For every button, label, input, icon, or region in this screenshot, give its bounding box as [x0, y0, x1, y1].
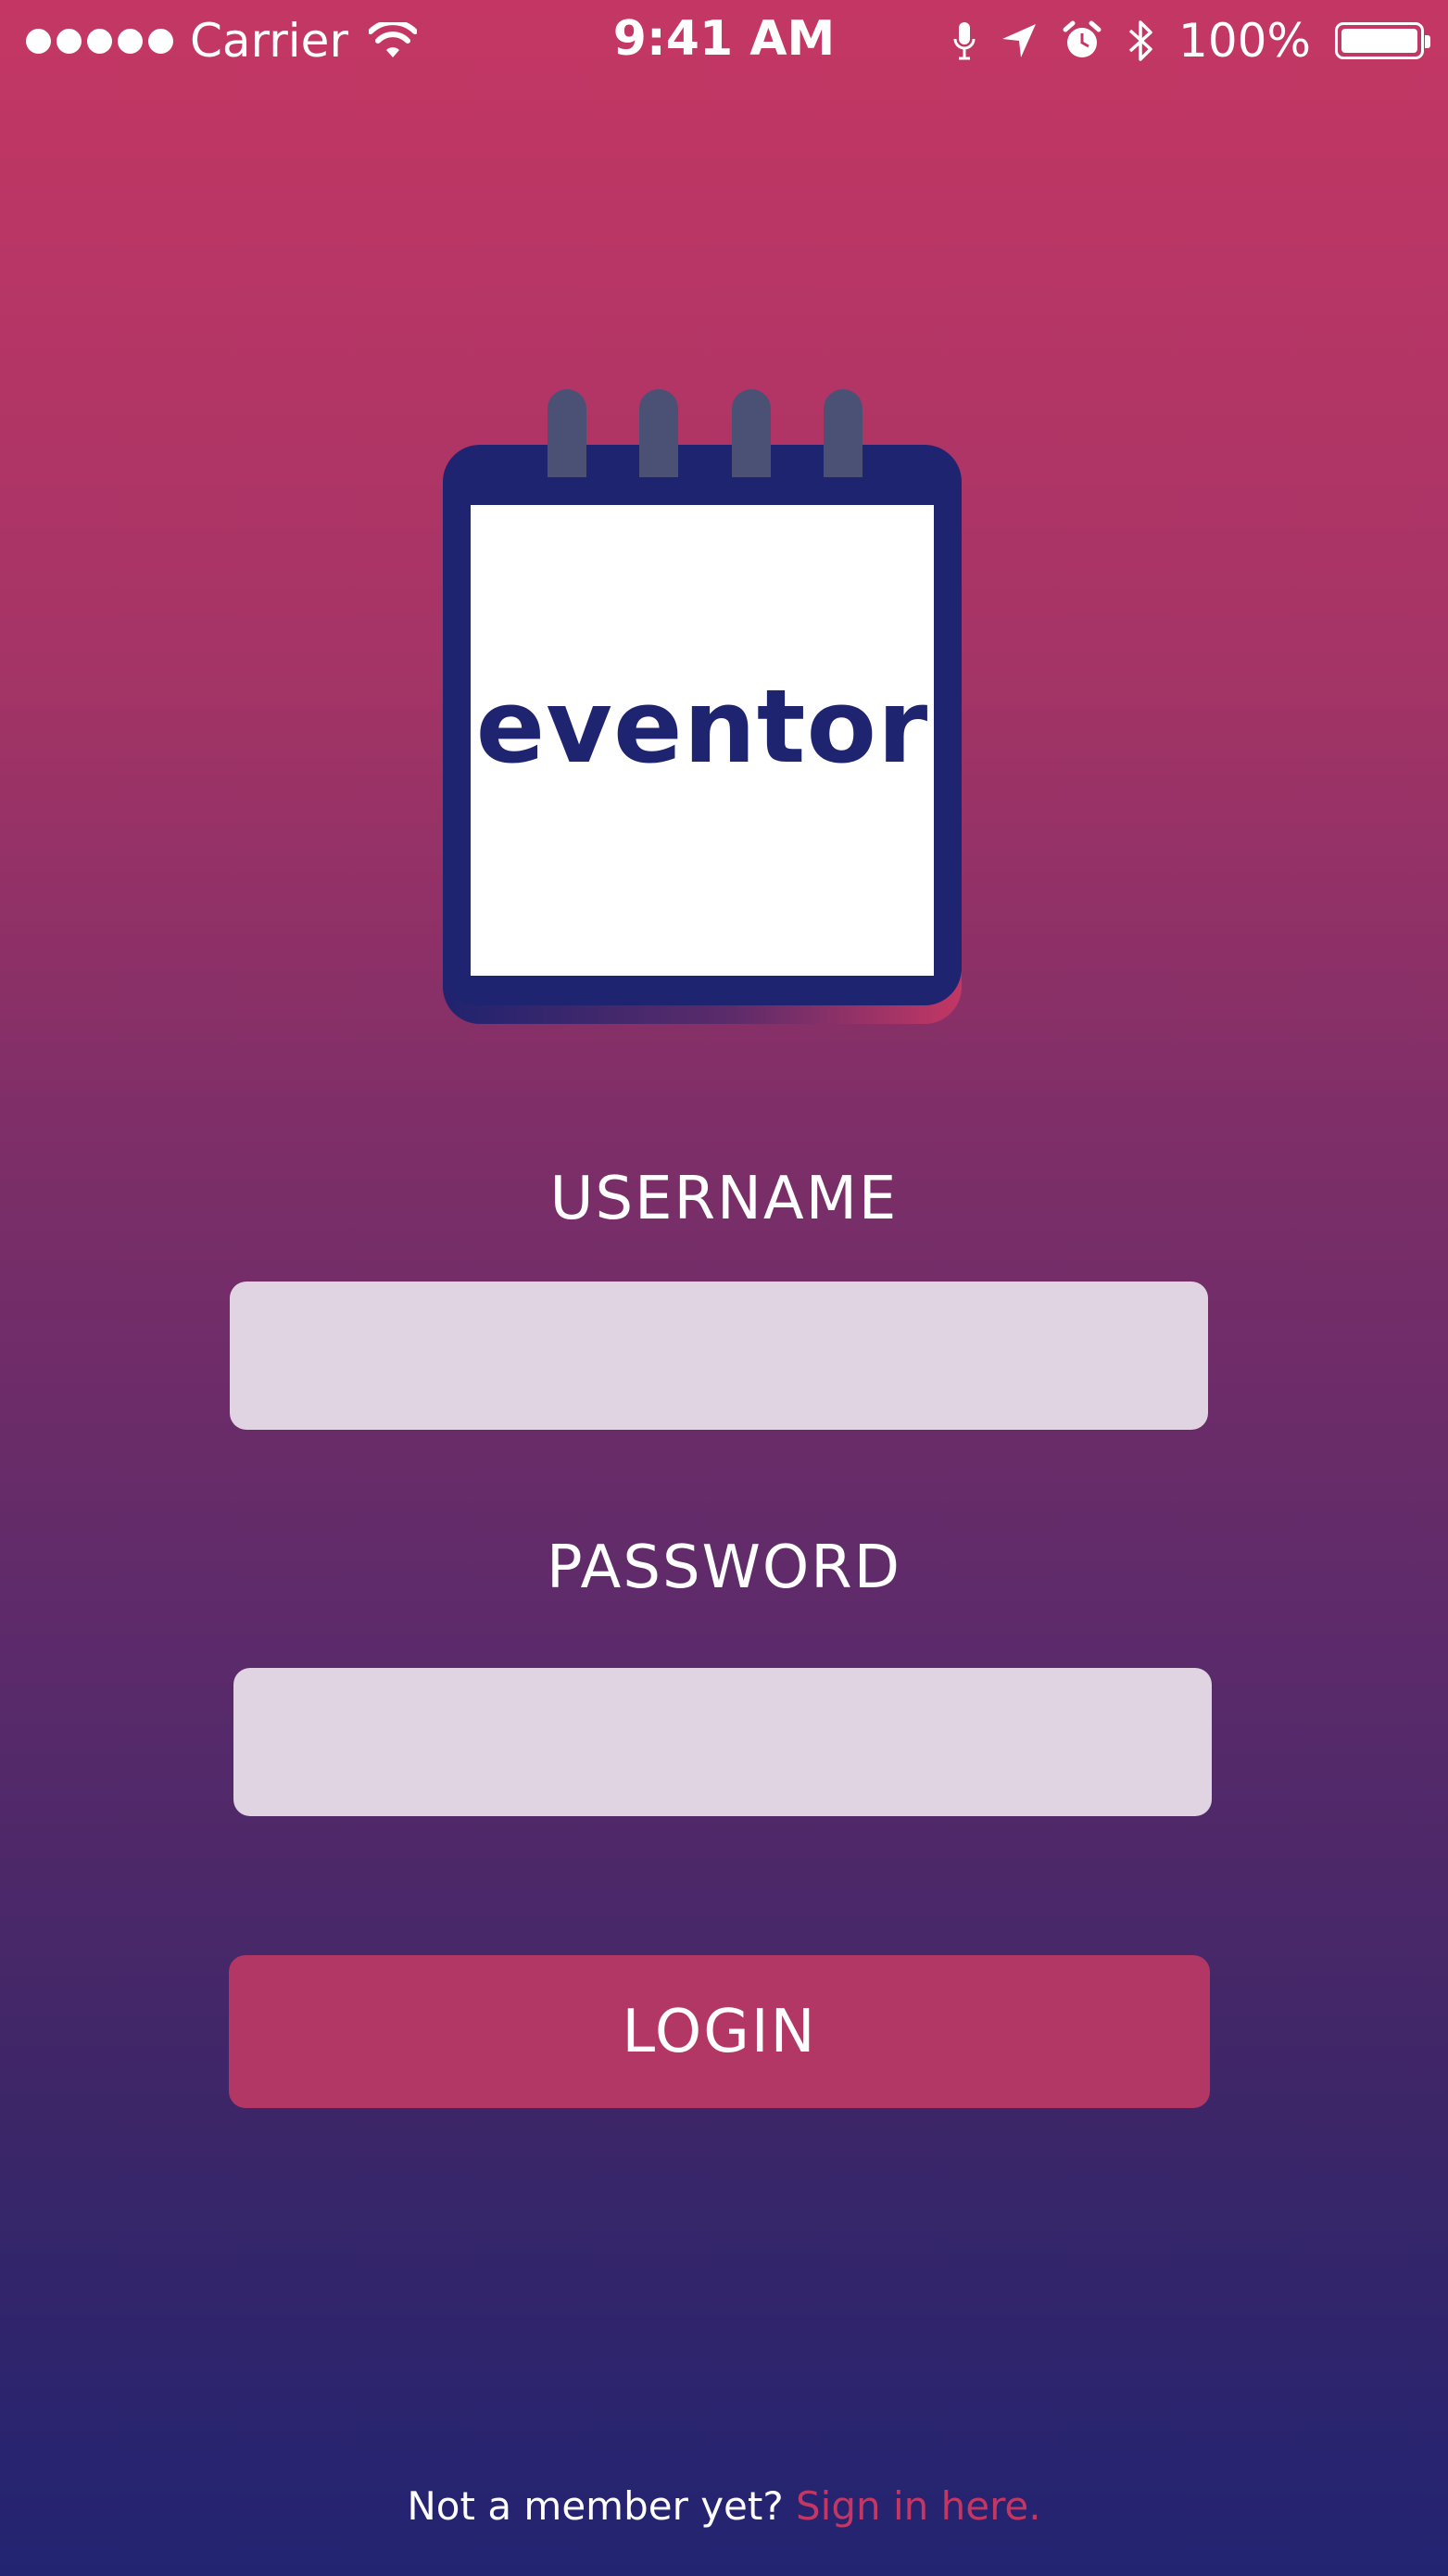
signup-link[interactable]: Sign in here. — [796, 2483, 1041, 2529]
calendar-ring — [732, 389, 771, 477]
signup-prompt-text: Not a member yet? — [407, 2483, 784, 2529]
status-bar: Carrier 9:41 AM 100% — [0, 0, 1448, 83]
battery-fill — [1341, 29, 1417, 53]
login-button[interactable]: LOGIN — [229, 1955, 1210, 2108]
battery-percentage: 100% — [1178, 14, 1311, 68]
bluetooth-icon — [1128, 20, 1152, 61]
username-label: USERNAME — [549, 1165, 899, 1233]
calendar-ring — [548, 389, 586, 477]
password-label: PASSWORD — [547, 1534, 901, 1602]
username-input[interactable] — [230, 1282, 1208, 1430]
status-right: 100% — [952, 13, 1430, 69]
microphone-icon — [953, 22, 976, 60]
password-input[interactable] — [233, 1668, 1212, 1816]
location-arrow-icon — [1002, 24, 1037, 57]
logo-text: eventor — [475, 667, 929, 786]
calendar-ring — [824, 389, 863, 477]
battery-icon — [1335, 22, 1430, 59]
calendar-ring — [639, 389, 678, 477]
alarm-clock-icon — [1063, 20, 1102, 57]
eventor-logo: eventor — [443, 389, 965, 1024]
signup-prompt: Not a member yet? Sign in here. — [0, 2483, 1448, 2529]
